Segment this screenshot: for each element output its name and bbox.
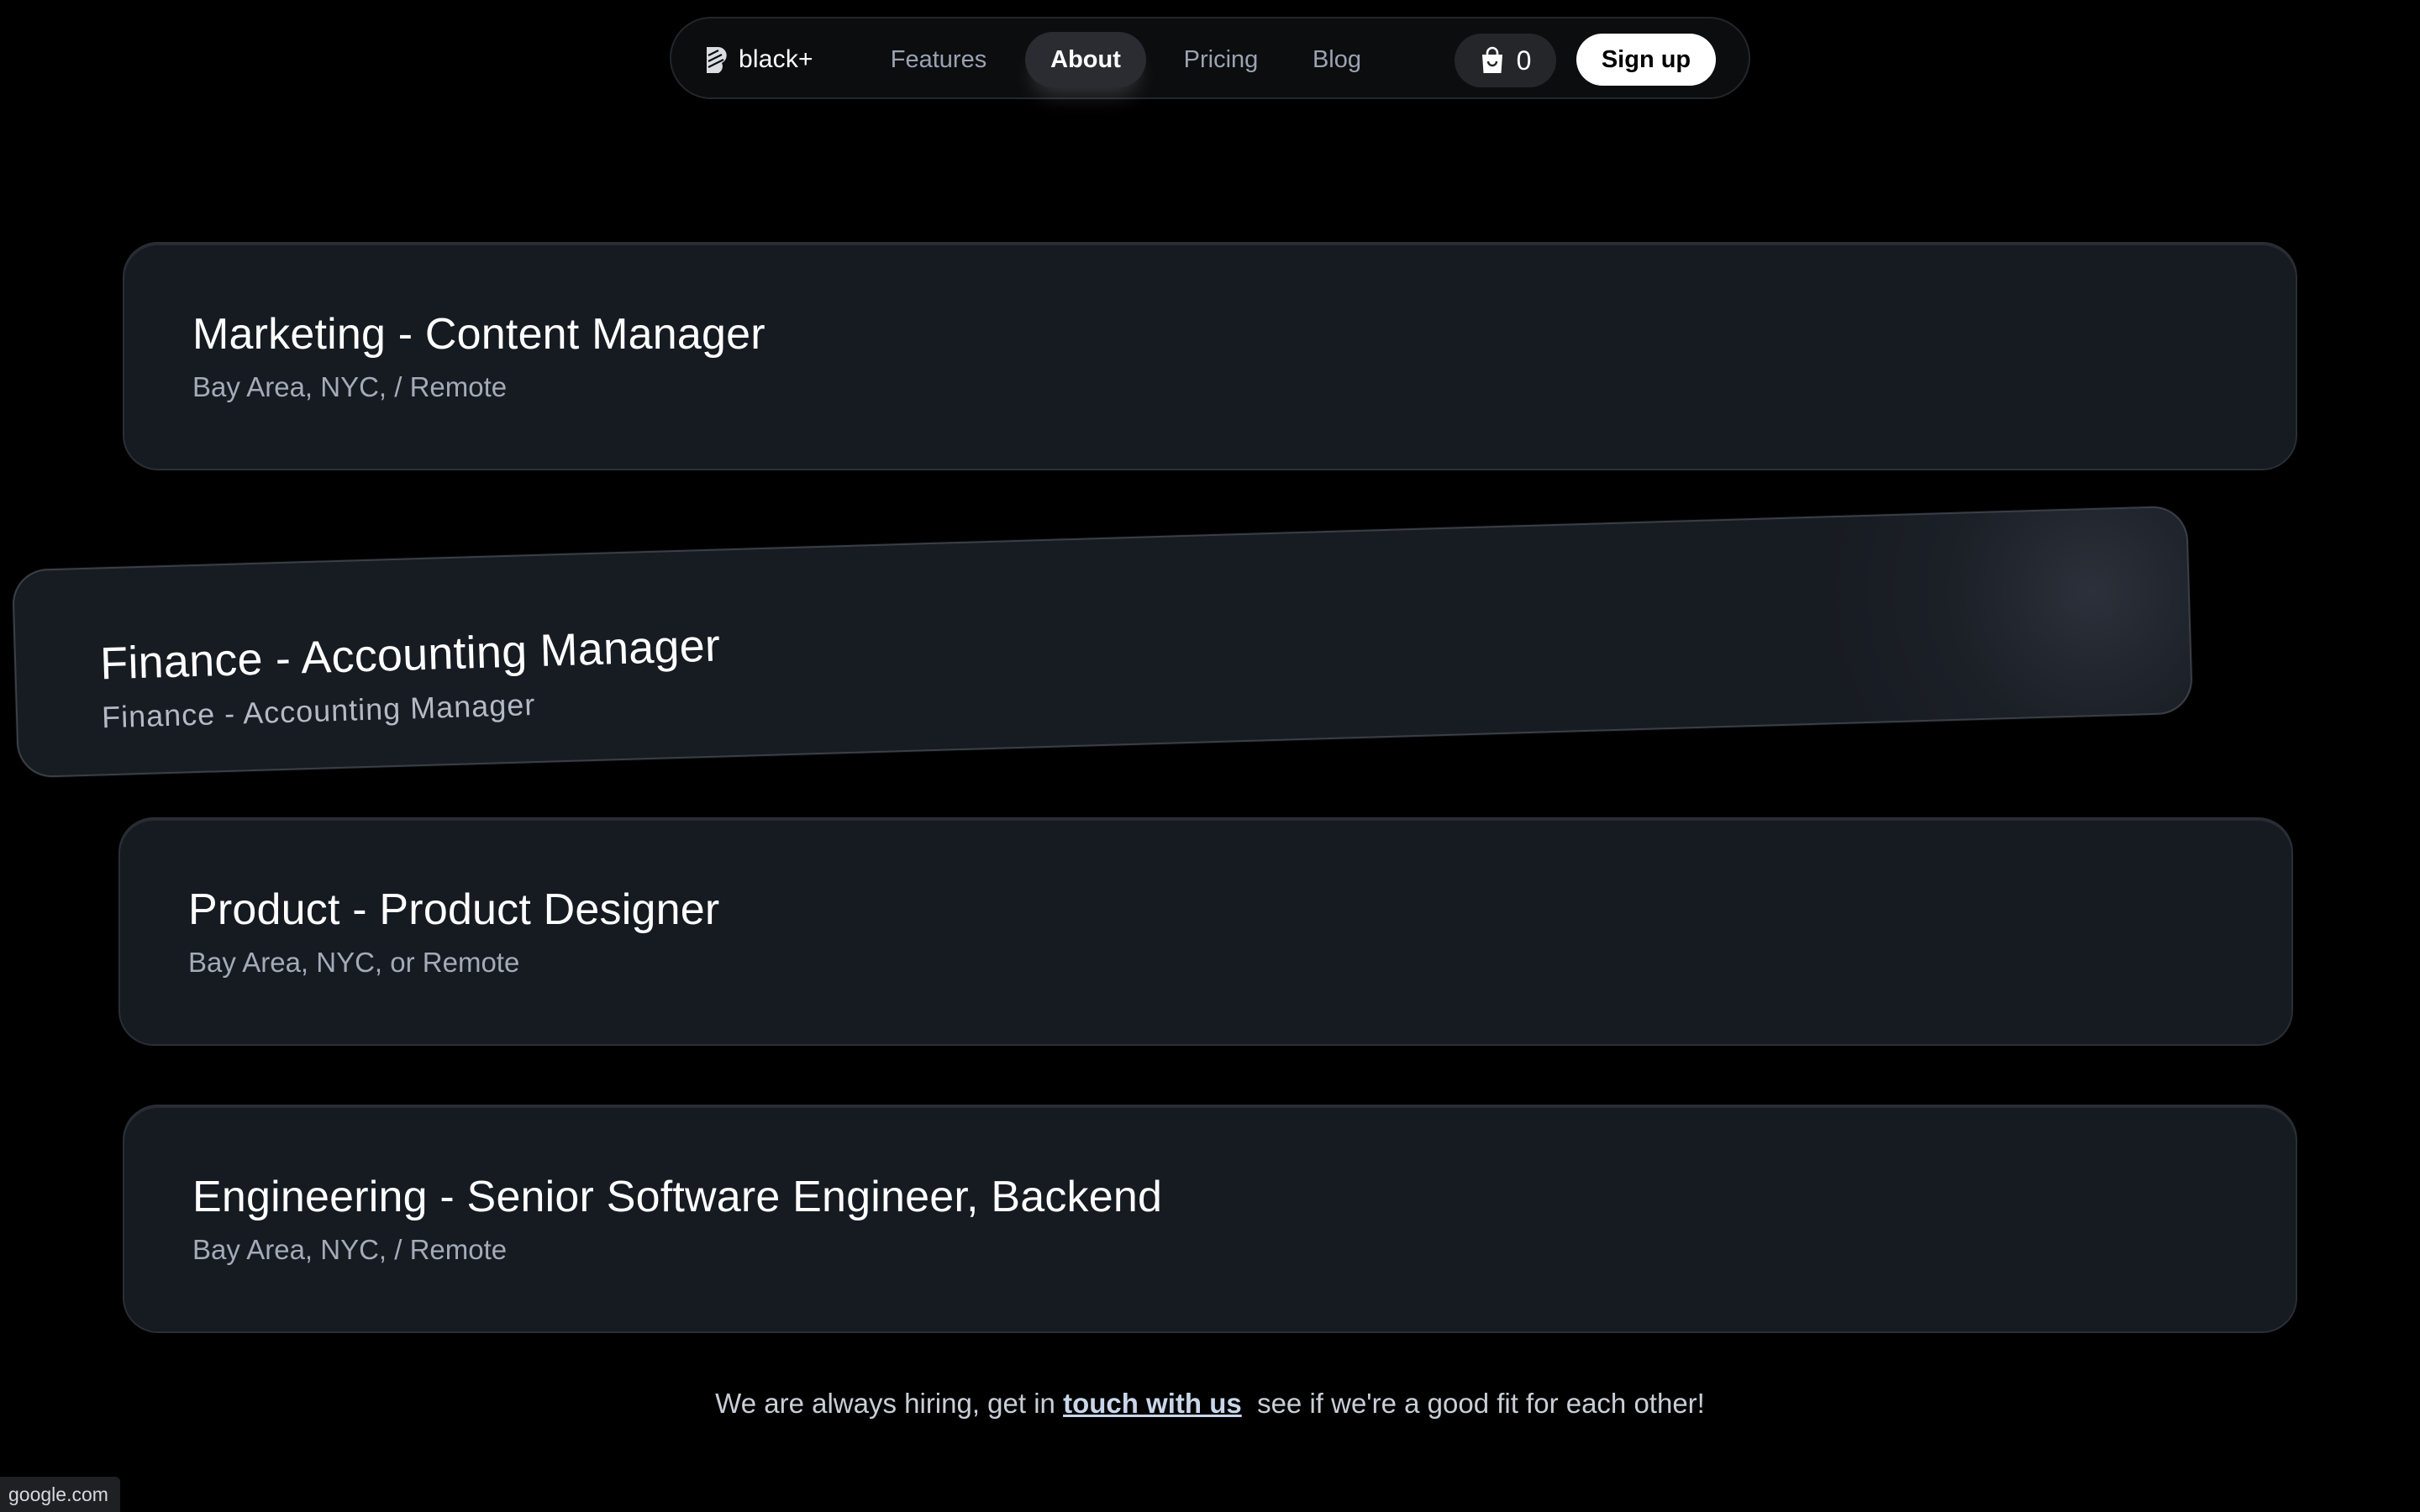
cart-count: 0 bbox=[1516, 45, 1532, 76]
job-card-product[interactable]: Product - Product Designer Bay Area, NYC… bbox=[118, 817, 2293, 1046]
nav-link-features[interactable]: Features bbox=[873, 32, 1004, 87]
job-card-marketing[interactable]: Marketing - Content Manager Bay Area, NY… bbox=[123, 242, 2297, 470]
sign-up-button[interactable]: Sign up bbox=[1576, 34, 1716, 86]
card-hover-glow bbox=[1749, 507, 2192, 726]
job-title: Finance - Accounting Manager bbox=[99, 620, 721, 690]
brand-name: black+ bbox=[739, 45, 813, 73]
nav-link-pricing[interactable]: Pricing bbox=[1167, 32, 1275, 87]
brand-logo-link[interactable]: black+ bbox=[703, 18, 813, 101]
top-navigation: black+ Features About Pricing Blog 0 Sig… bbox=[670, 17, 1750, 99]
job-location: Bay Area, NYC, or Remote bbox=[188, 947, 520, 978]
job-title: Engineering - Senior Software Engineer, … bbox=[192, 1173, 1163, 1221]
job-location: Bay Area, NYC, / Remote bbox=[192, 1234, 508, 1265]
shopping-bag-icon bbox=[1481, 46, 1502, 73]
hiring-message-tail: see if we're a good fit for each other! bbox=[1241, 1388, 1705, 1419]
nav-link-blog[interactable]: Blog bbox=[1295, 32, 1379, 87]
nav-link-about[interactable]: About bbox=[1025, 32, 1146, 87]
job-card-finance[interactable]: Finance - Accounting Manager Finance - A… bbox=[11, 505, 2194, 779]
browser-status-url: google.com bbox=[0, 1477, 120, 1512]
job-title: Marketing - Content Manager bbox=[192, 310, 765, 359]
job-location: Finance - Accounting Manager bbox=[101, 687, 536, 735]
black-plus-logo-icon bbox=[707, 47, 727, 73]
hiring-message: We are always hiring, get in touch with … bbox=[0, 1388, 2420, 1420]
job-location: Bay Area, NYC, / Remote bbox=[192, 371, 508, 402]
careers-page: black+ Features About Pricing Blog 0 Sig… bbox=[0, 0, 2420, 1512]
job-card-engineering[interactable]: Engineering - Senior Software Engineer, … bbox=[123, 1105, 2297, 1333]
job-title: Product - Product Designer bbox=[188, 885, 720, 934]
cart-button[interactable]: 0 bbox=[1455, 34, 1556, 87]
contact-link[interactable]: touch with us bbox=[1063, 1388, 1242, 1419]
hiring-message-lead: We are always hiring, get in bbox=[715, 1388, 1064, 1419]
